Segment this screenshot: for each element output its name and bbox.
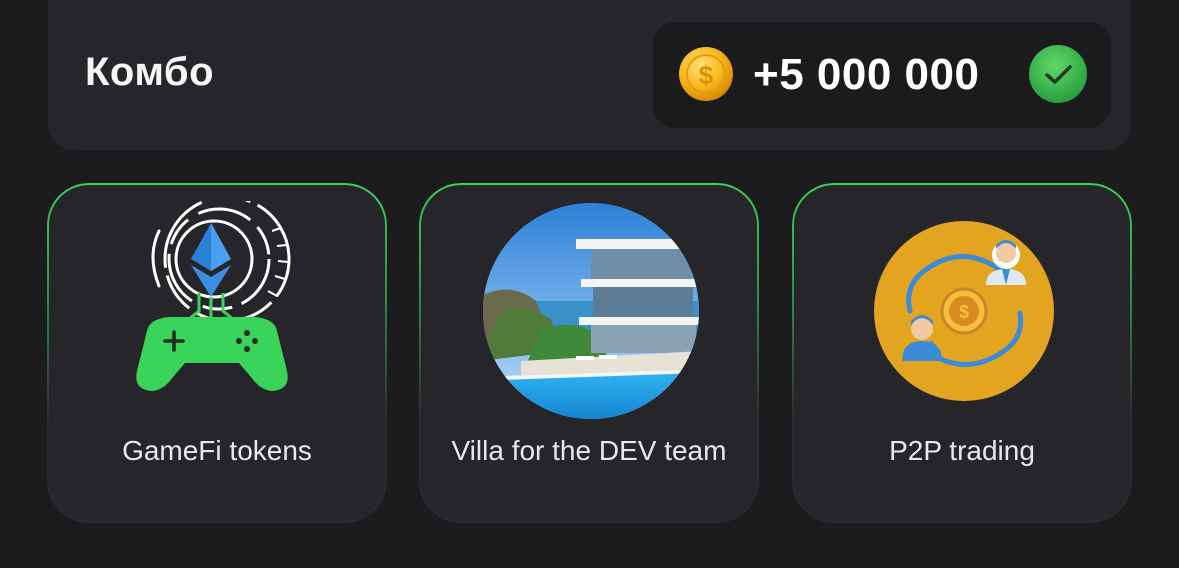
coin-icon: $ [679,47,733,101]
checkmark-icon [1029,45,1087,103]
p2p-exchange-icon: $ [874,221,1054,401]
svg-text:$: $ [959,302,969,322]
combo-reward-pill: $ +5 000 000 [653,22,1111,128]
combo-header: Комбо $ +5 000 000 [48,0,1131,150]
card-label: GameFi tokens [122,435,312,466]
svg-text:$: $ [699,60,714,90]
combo-card-p2p[interactable]: $ P2P trading [792,183,1132,523]
villa-image [483,203,699,419]
combo-reward-amount: +5 000 000 [753,50,980,99]
card-label: Villa for the DEV team [451,435,727,466]
combo-card-villa[interactable]: Villa for the DEV team [419,183,759,523]
combo-title: Комбо [85,50,215,94]
gamepad-ethereum-icon [136,201,291,391]
card-label: P2P trading [889,435,1035,466]
combo-card-gamefi[interactable]: GameFi tokens [47,183,387,523]
